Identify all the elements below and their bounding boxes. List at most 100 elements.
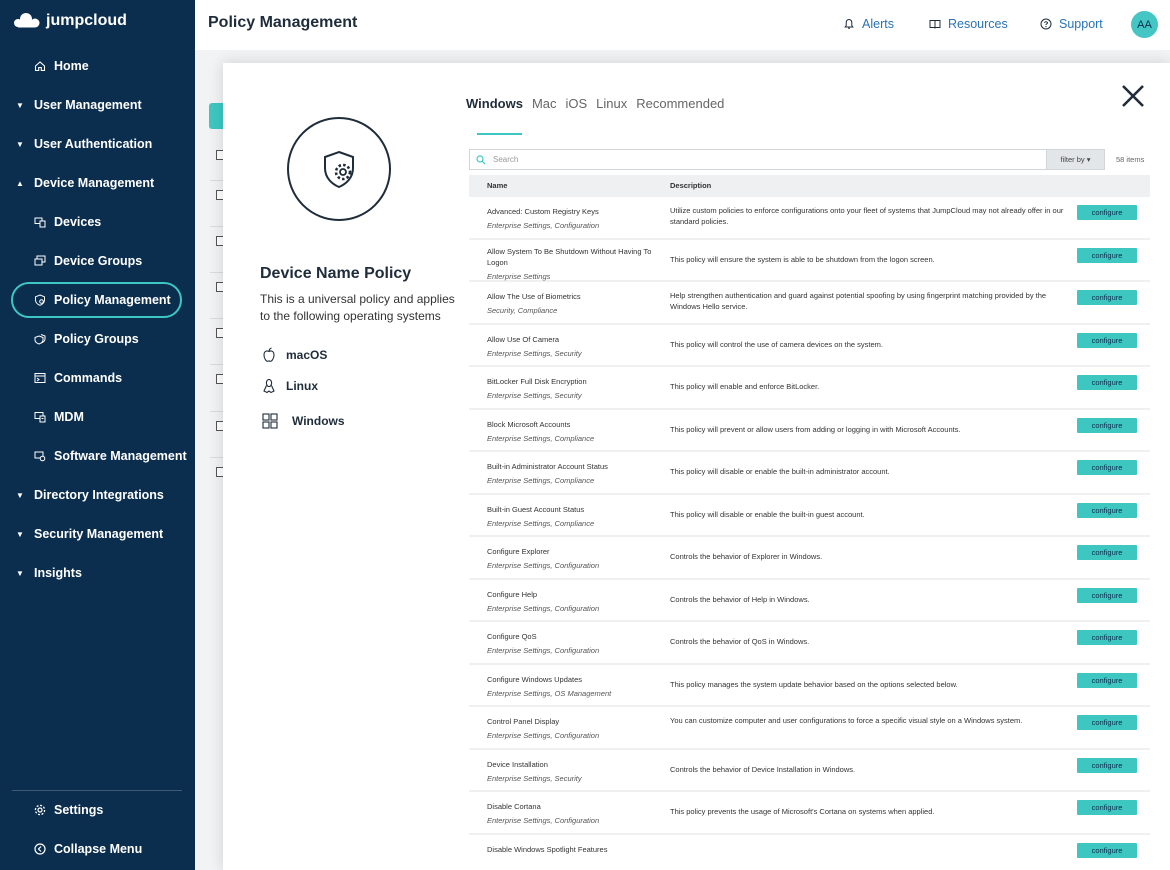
search-placeholder: Search xyxy=(493,155,519,164)
policy-category: Enterprise Settings, Configuration xyxy=(487,603,600,613)
help-circle-icon xyxy=(1040,18,1052,30)
policy-category: Enterprise Settings, Compliance xyxy=(487,433,595,443)
policy-name: Block Microsoft Accounts Enterprise Setti… xyxy=(487,419,659,444)
policy-name-text: Configure QoS xyxy=(487,632,537,641)
sidebar-item-software-management[interactable]: Software Management xyxy=(0,437,195,475)
cloud-logo-icon xyxy=(14,13,40,28)
sidebar-item-label: Collapse Menu xyxy=(54,842,143,856)
table-row[interactable]: Configure Windows Updates Enterprise Sett… xyxy=(469,664,1150,705)
software-icon xyxy=(34,450,54,462)
os-item-windows: Windows xyxy=(262,413,345,429)
collapse-arrow-icon xyxy=(34,843,54,855)
sidebar-item-user-management[interactable]: ▼ User Management xyxy=(0,86,195,124)
configure-button[interactable]: configure xyxy=(1077,417,1137,433)
table-row[interactable]: Disable Windows Spotlight Features config… xyxy=(469,834,1150,870)
collapse-menu-button[interactable]: Collapse Menu xyxy=(0,830,195,868)
alerts-link[interactable]: Alerts xyxy=(843,17,894,31)
tab-recommended[interactable]: Recommended xyxy=(636,96,724,111)
table-row[interactable]: Configure QoS Enterprise Settings, Config… xyxy=(469,622,1150,663)
sidebar-item-policy-groups[interactable]: Policy Groups xyxy=(0,320,195,358)
policy-name: Advanced: Custom Registry Keys Enterprise… xyxy=(487,206,659,231)
tab-windows[interactable]: Windows xyxy=(466,96,523,111)
configure-button[interactable]: configure xyxy=(1077,715,1137,730)
sidebar-item-settings[interactable]: Settings xyxy=(0,791,195,829)
policy-name: Disable Cortana Enterprise Settings, Conf… xyxy=(487,801,659,826)
table-row[interactable]: Allow The Use of Biometrics Security, Com… xyxy=(469,282,1150,323)
support-link[interactable]: Support xyxy=(1040,17,1103,31)
sidebar-item-commands[interactable]: Commands xyxy=(0,359,195,397)
configure-button[interactable]: configure xyxy=(1077,502,1137,518)
user-avatar[interactable]: AA xyxy=(1131,11,1158,38)
sidebar-item-device-management[interactable]: ▲ Device Management xyxy=(0,164,195,202)
sidebar-item-label: Directory Integrations xyxy=(34,488,164,502)
sidebar-item-user-authentication[interactable]: ▼ User Authentication xyxy=(0,125,195,163)
sidebar-item-label: Settings xyxy=(54,803,104,817)
tab-mac[interactable]: Mac xyxy=(532,96,557,111)
sidebar-item-policy-management[interactable]: Policy Management xyxy=(11,282,182,318)
devices-icon xyxy=(34,216,54,228)
table-row[interactable]: Configure Help Enterprise Settings, Confi… xyxy=(469,579,1150,620)
resources-label: Resources xyxy=(948,17,1008,31)
jumpcloud-logo[interactable]: jumpcloud xyxy=(12,12,127,30)
configure-button[interactable]: configure xyxy=(1077,290,1137,305)
policy-name-text: Built-in Guest Account Status xyxy=(487,504,585,514)
configure-button[interactable]: configure xyxy=(1077,460,1137,475)
table-row[interactable]: BitLocker Full Disk Encryption Enterprise… xyxy=(469,367,1150,408)
policy-name: Configure QoS Enterprise Settings, Config… xyxy=(487,631,659,656)
sidebar-item-insights[interactable]: ▼ Insights xyxy=(0,554,195,592)
configure-button[interactable]: configure xyxy=(1077,757,1137,773)
table-row[interactable]: Built-in Guest Account Status Enterprise … xyxy=(469,494,1150,535)
resources-link[interactable]: Resources xyxy=(929,17,1008,31)
table-row[interactable]: Allow Use Of Camera Enterprise Settings, … xyxy=(469,324,1150,365)
sidebar-item-label: Insights xyxy=(34,566,82,580)
table-row[interactable]: Built-in Administrator Account Status Ent… xyxy=(469,452,1150,493)
book-icon xyxy=(929,20,941,29)
configure-button[interactable]: configure xyxy=(1077,375,1137,390)
tab-ios[interactable]: iOS xyxy=(566,96,588,111)
tab-linux[interactable]: Linux xyxy=(596,96,627,111)
sidebar-item-security-management[interactable]: ▼ Security Management xyxy=(0,515,195,553)
configure-button[interactable]: configure xyxy=(1077,247,1137,263)
policy-emblem xyxy=(287,117,391,221)
table-row[interactable]: Allow System To Be Shutdown Without Havi… xyxy=(469,239,1150,281)
sidebar-item-device-groups[interactable]: Device Groups xyxy=(0,242,195,280)
configure-button[interactable]: configure xyxy=(1077,842,1137,858)
table-row[interactable]: Device Installation Enterprise Settings, … xyxy=(469,749,1150,790)
configure-button[interactable]: configure xyxy=(1077,630,1137,645)
sidebar-item-directory-integrations[interactable]: ▼ Directory Integrations xyxy=(0,476,195,514)
policy-name: Allow Use Of Camera Enterprise Settings, … xyxy=(487,334,659,359)
table-row[interactable]: Disable Cortana Enterprise Settings, Conf… xyxy=(469,792,1150,833)
sidebar-item-label: Security Management xyxy=(34,527,164,541)
configure-button[interactable]: configure xyxy=(1077,587,1137,603)
search-input[interactable]: Search xyxy=(469,149,1046,170)
search-icon xyxy=(476,154,486,164)
sidebar-item-devices[interactable]: Devices xyxy=(0,203,195,241)
configure-button[interactable]: configure xyxy=(1077,800,1137,815)
policy-name: Configure Windows Updates Enterprise Sett… xyxy=(487,674,659,699)
configure-button[interactable]: configure xyxy=(1077,672,1137,688)
policy-category: Enterprise Settings, Security xyxy=(487,348,582,358)
configure-button[interactable]: configure xyxy=(1077,545,1137,560)
configure-button[interactable]: configure xyxy=(1077,332,1137,348)
table-row[interactable]: Block Microsoft Accounts Enterprise Setti… xyxy=(469,409,1150,450)
filter-dropdown[interactable]: filter by ▾ xyxy=(1046,149,1105,170)
policy-description: This policy prevents the usage of Micros… xyxy=(670,807,935,816)
policy-category: Enterprise Settings, Security xyxy=(487,773,582,783)
table-row[interactable]: Advanced: Custom Registry Keys Enterprise… xyxy=(469,197,1150,238)
sidebar-item-label: Device Management xyxy=(34,176,155,190)
policy-name-text: Block Microsoft Accounts xyxy=(487,419,571,429)
sidebar-item-home[interactable]: Home xyxy=(0,47,195,85)
os-item-macos: macOS xyxy=(262,347,327,363)
policy-category: Enterprise Settings, Configuration xyxy=(487,646,600,655)
policy-description: Help strengthen authentication and guard… xyxy=(670,291,1047,311)
page-title: Policy Management xyxy=(208,14,358,31)
sidebar-item-label: Home xyxy=(54,59,89,73)
sidebar-item-mdm[interactable]: MDM xyxy=(0,398,195,436)
close-button[interactable] xyxy=(1120,83,1146,109)
table-row[interactable]: Configure Explorer Enterprise Settings, C… xyxy=(469,537,1150,578)
background-row-divider xyxy=(210,411,224,412)
home-icon xyxy=(34,60,54,72)
table-row[interactable]: Control Panel Display Enterprise Settings… xyxy=(469,707,1150,748)
configure-button[interactable]: configure xyxy=(1077,205,1137,220)
policy-category: Enterprise Settings, Configuration xyxy=(487,731,600,740)
